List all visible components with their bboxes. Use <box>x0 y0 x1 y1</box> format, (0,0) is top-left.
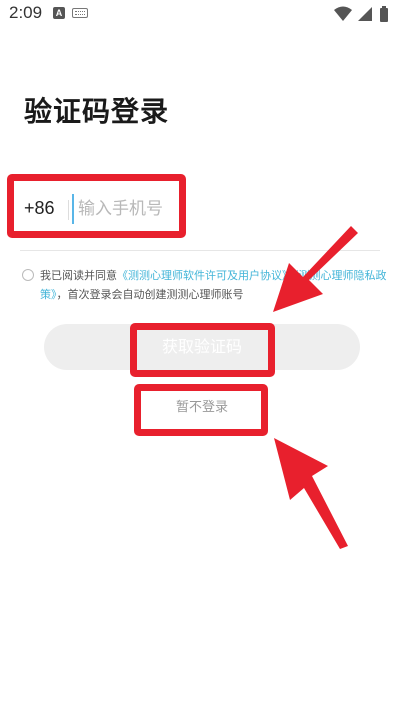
status-time: 2:09 <box>9 3 43 22</box>
status-indicators <box>332 4 394 24</box>
divider <box>68 200 69 220</box>
agreement-checkbox[interactable] <box>22 269 34 281</box>
skip-login-link[interactable]: 暂不登录 <box>142 396 262 415</box>
keyboard-icon <box>72 8 88 18</box>
signal-icon <box>358 7 372 21</box>
notification-app-icon: A <box>53 7 65 19</box>
license-agreement-link[interactable]: 《测测心理师软件许可及用户协议》 <box>117 269 293 282</box>
country-code[interactable]: +86 <box>24 198 55 219</box>
agreement-prefix: 我已阅读并同意 <box>40 269 117 282</box>
wifi-icon <box>334 6 352 21</box>
page-title: 验证码登录 <box>24 95 170 128</box>
agreement-text: 我已阅读并同意《测测心理师软件许可及用户协议》《测测心理师隐私政策》，首次登录会… <box>40 266 390 304</box>
status-bar: 2:09 A <box>0 0 404 30</box>
battery-icon <box>380 6 388 22</box>
get-verification-code-button[interactable]: 获取验证码 <box>44 324 360 370</box>
agreement-suffix: ，首次登录会自动创建测测心理师账号 <box>56 288 244 301</box>
phone-number-input[interactable] <box>72 194 278 224</box>
phone-input-row: +86 <box>20 190 380 251</box>
annotation-arrow-down-icon <box>274 438 348 549</box>
